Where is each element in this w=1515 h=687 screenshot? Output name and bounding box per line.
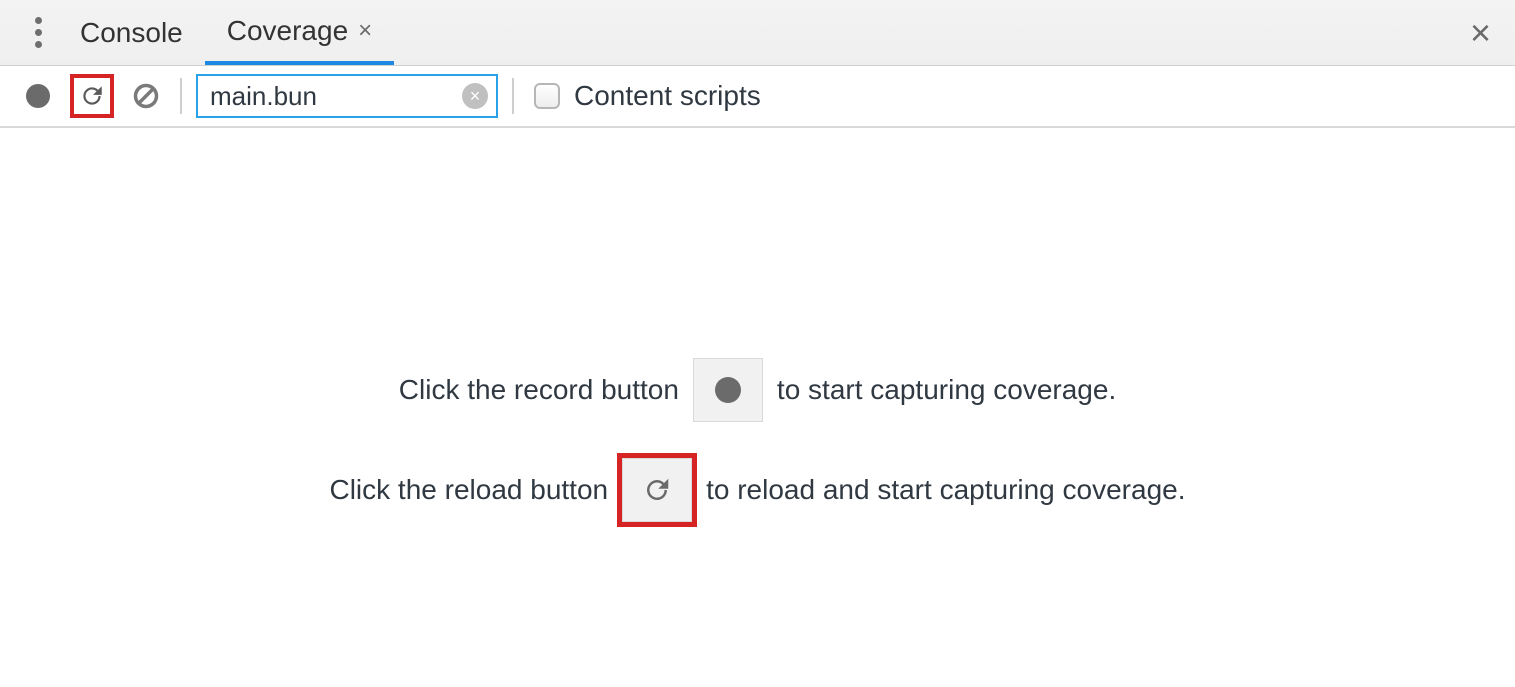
filter-field[interactable]: × bbox=[196, 74, 498, 118]
close-panel-icon[interactable]: × bbox=[1470, 15, 1491, 51]
reload-hint-post: to reload and start capturing coverage. bbox=[706, 474, 1185, 506]
tab-coverage[interactable]: Coverage × bbox=[205, 0, 394, 65]
record-hint-pre: Click the record button bbox=[399, 374, 679, 406]
clear-icon bbox=[132, 82, 160, 110]
reload-hint-button[interactable] bbox=[622, 458, 692, 522]
content-scripts-label: Content scripts bbox=[574, 80, 761, 112]
clear-button[interactable] bbox=[126, 76, 166, 116]
tab-coverage-label: Coverage bbox=[227, 15, 348, 47]
clear-filter-icon[interactable]: × bbox=[462, 83, 488, 109]
content-scripts-checkbox[interactable] bbox=[534, 83, 560, 109]
record-icon bbox=[715, 377, 741, 403]
toolbar-divider bbox=[512, 78, 514, 114]
filter-input[interactable] bbox=[198, 76, 496, 116]
record-button[interactable] bbox=[18, 76, 58, 116]
record-icon bbox=[26, 84, 50, 108]
record-hint: Click the record button to start capturi… bbox=[399, 358, 1116, 422]
more-tabs-icon[interactable] bbox=[18, 13, 58, 53]
reload-icon bbox=[642, 475, 672, 505]
record-hint-button[interactable] bbox=[693, 358, 763, 422]
tab-console-label: Console bbox=[80, 17, 183, 49]
reload-icon bbox=[79, 83, 105, 109]
record-hint-post: to start capturing coverage. bbox=[777, 374, 1116, 406]
reload-button[interactable] bbox=[72, 76, 112, 116]
reload-hint: Click the reload button to reload and st… bbox=[329, 458, 1185, 522]
coverage-empty-state: Click the record button to start capturi… bbox=[0, 128, 1515, 687]
toolbar-divider bbox=[180, 78, 182, 114]
close-tab-icon[interactable]: × bbox=[358, 19, 372, 43]
reload-hint-pre: Click the reload button bbox=[329, 474, 608, 506]
coverage-toolbar: × Content scripts bbox=[0, 66, 1515, 128]
tab-console[interactable]: Console bbox=[58, 0, 205, 65]
tab-strip: Console Coverage × × bbox=[0, 0, 1515, 66]
